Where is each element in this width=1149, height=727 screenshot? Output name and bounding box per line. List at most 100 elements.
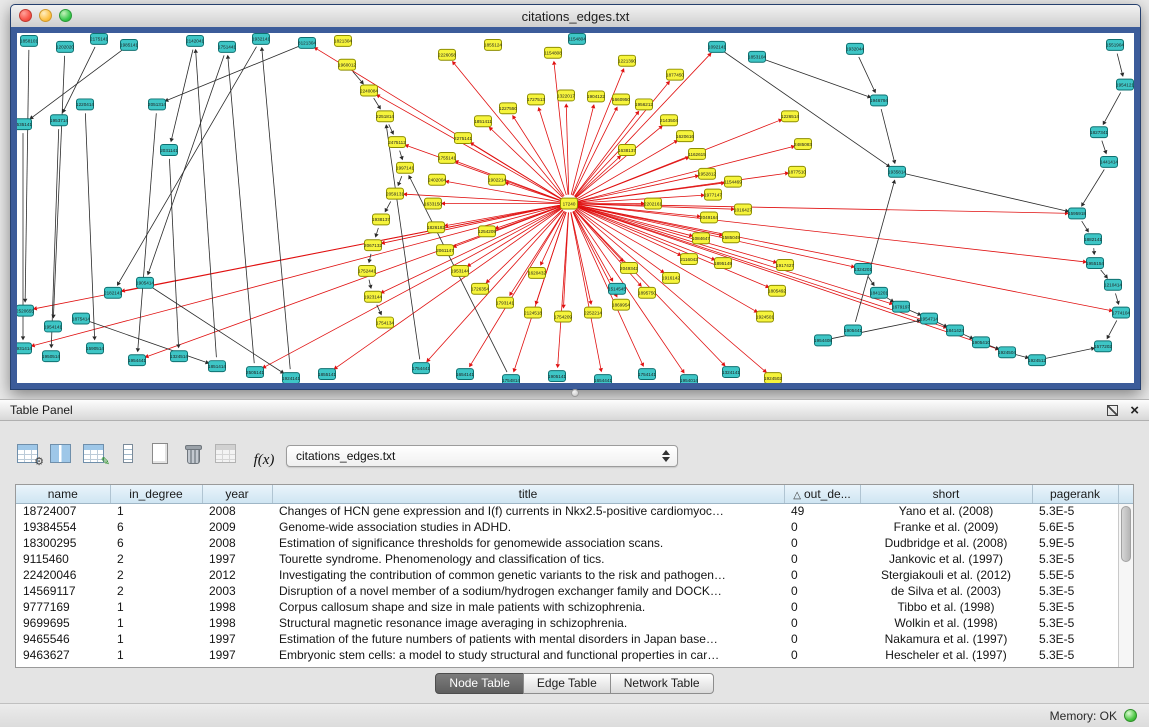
- network-edge[interactable]: [380, 207, 561, 293]
- network-node[interactable]: 2116042: [680, 254, 698, 265]
- network-node[interactable]: 1954441: [128, 355, 146, 366]
- network-node[interactable]: 1877510: [788, 166, 806, 177]
- cell-pagerank[interactable]: 5.3E-5: [1032, 647, 1118, 663]
- network-node[interactable]: 1905441: [844, 325, 862, 336]
- network-node[interactable]: 1932044: [846, 43, 864, 54]
- network-node[interactable]: 1441414: [1100, 156, 1118, 167]
- cell-pagerank[interactable]: 5.3E-5: [1032, 631, 1118, 647]
- network-node[interactable]: 8121304: [298, 37, 316, 48]
- network-node[interactable]: 2049164: [700, 212, 718, 223]
- table-mode-icon[interactable]: ⚙: [16, 443, 40, 464]
- network-edge[interactable]: [575, 53, 711, 197]
- minimize-window-button[interactable]: [39, 9, 52, 22]
- cell-name[interactable]: 18300295: [16, 535, 110, 551]
- network-node[interactable]: 1726354: [471, 283, 489, 294]
- cell-title[interactable]: Tourette syndrome. Phenomenology and cla…: [272, 551, 784, 567]
- network-node[interactable]: 1324514: [170, 351, 188, 362]
- network-edge[interactable]: [765, 60, 871, 99]
- network-node[interactable]: 1954121: [1116, 79, 1134, 90]
- network-node[interactable]: 2251814: [376, 111, 394, 122]
- network-node[interactable]: 1633150: [424, 198, 442, 209]
- network-node[interactable]: 2475112: [388, 137, 406, 148]
- network-node[interactable]: 1953714: [50, 115, 68, 126]
- network-edge[interactable]: [1102, 141, 1107, 155]
- network-node[interactable]: 1905141: [548, 371, 566, 382]
- cell-name[interactable]: 9699695: [16, 615, 110, 631]
- vertical-scrollbar[interactable]: [1118, 504, 1133, 667]
- network-edge[interactable]: [571, 104, 595, 195]
- table-row[interactable]: 969969511998Structural magnetic resonanc…: [16, 615, 1118, 631]
- table-selector-dropdown[interactable]: citations_edges.txt: [286, 445, 678, 467]
- scrollbar-thumb[interactable]: [1121, 506, 1131, 562]
- cell-out_degree[interactable]: 0: [784, 599, 860, 615]
- network-edge[interactable]: [868, 276, 875, 286]
- cell-year[interactable]: 1997: [202, 647, 272, 663]
- column-header-out-de-[interactable]: △out_de...: [784, 485, 860, 503]
- cell-year[interactable]: 2008: [202, 535, 272, 551]
- cell-title[interactable]: Embryonic stem cells: a model to study s…: [272, 647, 784, 663]
- cell-year[interactable]: 1998: [202, 615, 272, 631]
- cell-short[interactable]: Franke et al. (2009): [860, 519, 1032, 535]
- network-edge[interactable]: [574, 211, 684, 374]
- network-node[interactable]: 1997141: [396, 162, 414, 173]
- network-node[interactable]: 1895750: [638, 287, 656, 298]
- network-node[interactable]: 1855124: [484, 39, 502, 50]
- network-edge[interactable]: [117, 47, 256, 286]
- cell-out_degree[interactable]: 0: [784, 631, 860, 647]
- network-edge[interactable]: [556, 212, 569, 368]
- network-node[interactable]: 1324141: [722, 367, 740, 378]
- network-node[interactable]: 1924504: [998, 347, 1016, 358]
- cell-short[interactable]: Nakamura et al. (1997): [860, 631, 1032, 647]
- network-edge[interactable]: [170, 50, 193, 143]
- network-node[interactable]: 1751441: [218, 41, 236, 52]
- network-node[interactable]: 1585049: [722, 232, 740, 243]
- network-edge[interactable]: [489, 127, 563, 198]
- network-node[interactable]: 1954714: [920, 313, 938, 324]
- table-row[interactable]: 977716911998Corpus callosum shape and si…: [16, 599, 1118, 615]
- network-edge[interactable]: [377, 305, 382, 315]
- table-row[interactable]: 911546021997Tourette syndrome. Phenomeno…: [16, 551, 1118, 567]
- cell-title[interactable]: Genome-wide association studies in ADHD.: [272, 519, 784, 535]
- network-node[interactable]: 1324201: [854, 264, 872, 275]
- network-edge[interactable]: [405, 144, 561, 200]
- network-node[interactable]: 1917427: [776, 260, 794, 271]
- network-node[interactable]: 1084647: [692, 233, 710, 244]
- cell-in_degree[interactable]: 6: [110, 519, 202, 535]
- network-node[interactable]: 2485083: [794, 139, 812, 150]
- network-edge[interactable]: [368, 254, 372, 263]
- network-node[interactable]: 1960012: [338, 59, 356, 70]
- network-node[interactable]: 1826182: [427, 222, 445, 233]
- cell-title[interactable]: Estimation of the future numbers of pati…: [272, 631, 784, 647]
- cell-name[interactable]: 9465546: [16, 631, 110, 647]
- network-edge[interactable]: [578, 205, 1087, 264]
- network-edge[interactable]: [909, 310, 921, 316]
- network-node[interactable]: 2031141: [160, 145, 178, 156]
- network-node[interactable]: 1679197: [892, 301, 910, 312]
- cell-year[interactable]: 1997: [202, 551, 272, 567]
- network-edge[interactable]: [226, 55, 254, 363]
- network-node[interactable]: 2049342: [620, 263, 638, 274]
- network-edge[interactable]: [573, 107, 618, 196]
- network-node[interactable]: 1620616: [676, 131, 694, 142]
- cell-short[interactable]: Wolkin et al. (1998): [860, 615, 1032, 631]
- network-edge[interactable]: [399, 151, 403, 161]
- cell-name[interactable]: 14569117: [16, 583, 110, 599]
- network-node[interactable]: 1227550: [499, 103, 517, 114]
- network-node[interactable]: 1985141: [120, 39, 138, 50]
- cell-in_degree[interactable]: 2: [110, 551, 202, 567]
- network-node[interactable]: 1924512: [1028, 355, 1046, 366]
- cell-out_degree[interactable]: 0: [784, 615, 860, 631]
- network-node[interactable]: 2061147: [436, 245, 454, 256]
- network-edge[interactable]: [1082, 221, 1089, 232]
- network-node[interactable]: 1841201: [870, 287, 888, 298]
- table-row[interactable]: 946554611997Estimation of the future num…: [16, 631, 1118, 647]
- network-node[interactable]: 1220414: [76, 99, 94, 110]
- network-node[interactable]: 1551904: [1106, 39, 1124, 50]
- cell-year[interactable]: 2003: [202, 583, 272, 599]
- splitter-grip-icon[interactable]: [571, 389, 579, 397]
- cell-short[interactable]: Hescheler et al. (1997): [860, 647, 1032, 663]
- table-row[interactable]: 946362711997Embryonic stem cells: a mode…: [16, 647, 1118, 663]
- network-node[interactable]: 1254209: [478, 226, 496, 237]
- table-row[interactable]: 2242004622012Investigating the contribut…: [16, 567, 1118, 583]
- network-edge[interactable]: [368, 280, 372, 289]
